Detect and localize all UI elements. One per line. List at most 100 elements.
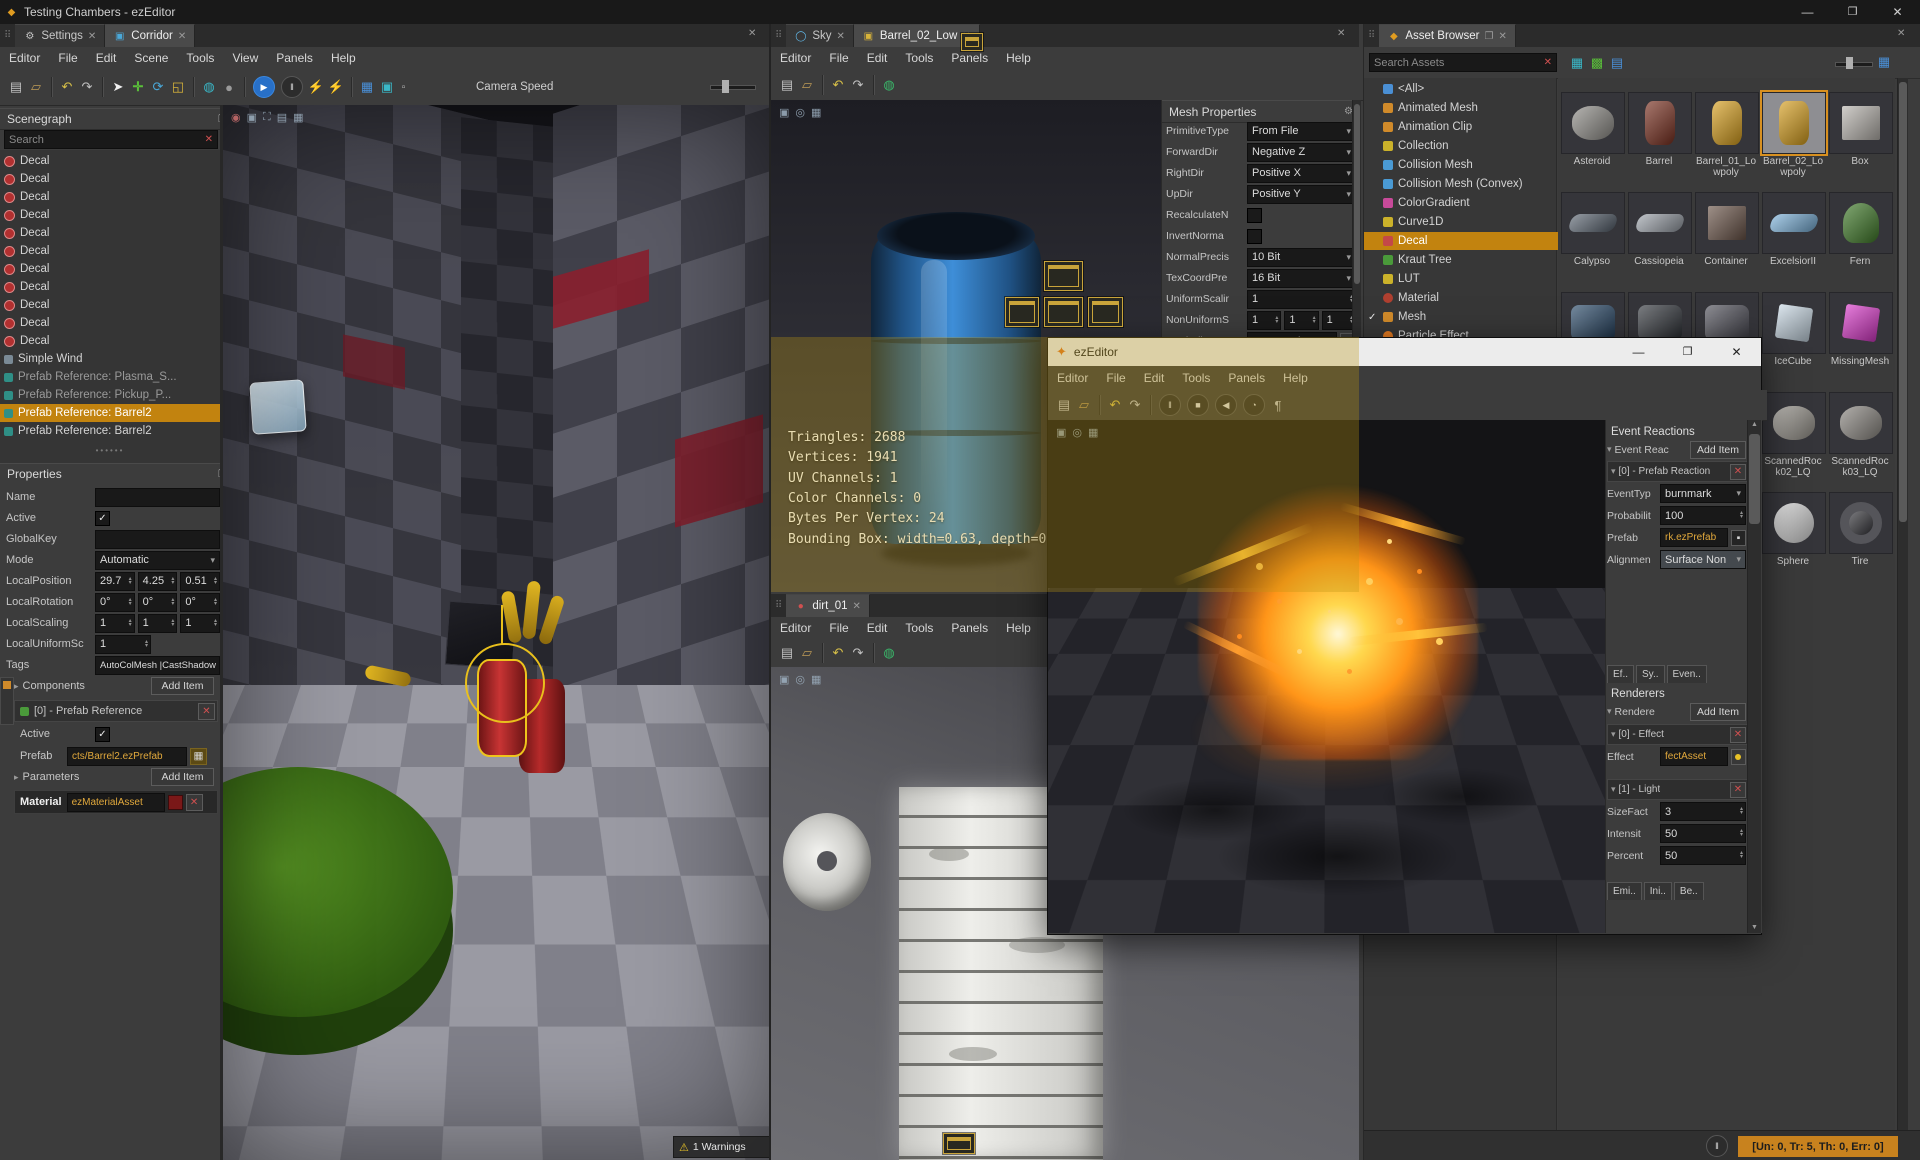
window-close-button[interactable]: ✕ — [1712, 338, 1761, 366]
asset-item[interactable]: Barrel_01_Lowpoly — [1695, 92, 1759, 178]
panel-close-icon[interactable]: ✕ — [1897, 28, 1905, 39]
tab-effect[interactable]: Ef.. — [1607, 665, 1635, 683]
menu-item[interactable]: Panels — [942, 618, 997, 638]
window-minimize-button[interactable]: — — [1614, 338, 1663, 366]
tree-item[interactable]: Collision Mesh (Convex) — [1364, 175, 1560, 193]
localposition-z-stepper[interactable]: 0.51 — [180, 571, 221, 591]
menu-item[interactable]: Tools — [896, 618, 942, 638]
menu-item[interactable]: Panels — [942, 48, 997, 68]
material-asset-field[interactable]: ezMaterialAsset — [66, 792, 165, 812]
tab-sky[interactable]: ◯ Sky ✕ — [786, 24, 854, 47]
asset-item[interactable]: Container — [1695, 192, 1759, 267]
event-reaction-item-header[interactable]: ▾ [0] - Prefab Reaction ✕ — [1607, 461, 1748, 482]
window-close-button[interactable]: ✕ — [1875, 0, 1920, 24]
undo-icon[interactable]: ↶ — [828, 643, 848, 663]
asset-item[interactable]: Fern — [1829, 192, 1893, 267]
camera-speed-slider-thumb[interactable] — [722, 80, 729, 93]
scenegraph-item[interactable]: Decal — [0, 188, 220, 206]
scroll-down-icon[interactable]: ▼ — [1748, 923, 1761, 933]
menu-item[interactable]: Tools — [896, 48, 942, 68]
thumbnail-size-slider-thumb[interactable] — [1846, 57, 1853, 69]
menu-item[interactable]: Scene — [125, 48, 177, 68]
scenegraph-item[interactable]: Prefab Reference: Plasma_S... — [0, 368, 220, 386]
asset-item[interactable]: Barrel — [1628, 92, 1692, 167]
localposition-x-stepper[interactable]: 29.7 — [95, 571, 135, 591]
camera-view-icon[interactable]: ▣ — [1056, 426, 1066, 439]
nonuniform-y-stepper[interactable]: 1 — [1284, 310, 1319, 330]
prefab-asset-field[interactable]: cts/Barrel2.ezPrefab — [67, 746, 187, 766]
menu-item[interactable]: Help — [997, 48, 1040, 68]
drag-grip-icon[interactable]: ⠿ — [771, 600, 786, 611]
scenegraph-item[interactable]: Decal — [0, 296, 220, 314]
simulation-icon[interactable]: ● — [219, 77, 239, 97]
light-renderer-header[interactable]: ▾ [1] - Light ✕ — [1607, 779, 1748, 800]
close-icon[interactable]: ✕ — [178, 31, 186, 42]
grid-icon[interactable]: ▦ — [293, 111, 303, 124]
orbit-icon[interactable]: ◎ — [795, 106, 805, 119]
save-icon[interactable]: ▤ — [777, 75, 797, 95]
normalprecision-dropdown[interactable]: 10 Bit — [1247, 247, 1356, 267]
warnings-badge[interactable]: ⚠ 1 Warnings — [673, 1136, 769, 1158]
collapse-arrow-icon[interactable]: ▾ — [1611, 784, 1616, 795]
browse-prefab-button[interactable]: ▪ — [1730, 529, 1746, 546]
asset-item[interactable]: Asteroid — [1561, 92, 1625, 167]
component-active-checkbox[interactable]: ✓ — [95, 726, 110, 742]
tab-emitter[interactable]: Emi.. — [1607, 882, 1642, 900]
orbit-icon[interactable]: ◎ — [795, 673, 805, 686]
orbit-icon[interactable]: ◎ — [1072, 426, 1082, 439]
pause-button[interactable]: ‖ — [1159, 394, 1181, 416]
asset-item[interactable]: Cassiopeia — [1628, 192, 1692, 267]
select-tool-icon[interactable]: ➤ — [108, 77, 128, 97]
lightning-run-icon[interactable]: ⚡ — [326, 77, 346, 97]
menu-item[interactable]: Tools — [177, 48, 223, 68]
pause-button[interactable]: ‖ — [281, 76, 303, 98]
nonuniform-x-stepper[interactable]: 1 — [1247, 310, 1282, 330]
tab-corridor[interactable]: ▣ Corridor ✕ — [105, 24, 196, 47]
menu-item[interactable]: File — [820, 48, 857, 68]
panel-close-icon[interactable]: ✕ — [748, 28, 756, 39]
open-folder-icon[interactable]: ▱ — [797, 643, 817, 663]
play-button[interactable]: ▶ — [253, 76, 275, 98]
lightning-icon[interactable]: ⚡ — [306, 77, 326, 97]
tab-settings[interactable]: ⚙ Settings ✕ — [15, 24, 106, 47]
scenegraph-item[interactable]: Decal — [0, 260, 220, 278]
window-maximize-button[interactable]: ❐ — [1663, 338, 1712, 366]
collapse-arrow-icon[interactable]: ▾ — [1611, 729, 1616, 740]
add-renderer-button[interactable]: Add Item — [1690, 702, 1746, 721]
menu-item[interactable]: Editor — [1048, 368, 1097, 388]
remove-item-button[interactable]: ✕ — [1730, 781, 1746, 798]
scenegraph-item[interactable]: Prefab Reference: Barrel2 — [0, 422, 220, 440]
stop-button[interactable]: ■ — [1187, 394, 1209, 416]
nonuniform-z-stepper[interactable]: 1 — [1321, 310, 1356, 330]
probability-stepper[interactable]: 100 — [1660, 506, 1746, 525]
tree-item[interactable]: Collision Mesh — [1364, 156, 1560, 174]
recalculatenormals-checkbox[interactable] — [1247, 207, 1262, 223]
menu-item[interactable]: Help — [322, 48, 365, 68]
world-icon[interactable]: ◍ — [199, 77, 219, 97]
rotate-tool-icon[interactable]: ⟳ — [148, 77, 168, 97]
save-icon[interactable]: ▤ — [1054, 395, 1074, 415]
undo-icon[interactable]: ↶ — [828, 75, 848, 95]
grid-toggle-icon[interactable]: ▦ — [357, 77, 377, 97]
clear-search-icon[interactable]: ✕ — [1544, 57, 1552, 68]
grid-icon[interactable]: ▦ — [811, 106, 821, 119]
render-mode-icon[interactable]: ▫ — [397, 81, 410, 94]
tree-item[interactable]: Material — [1364, 289, 1560, 307]
collapse-arrow-icon[interactable]: ▾ — [1611, 466, 1616, 477]
collapsed-panel-tab[interactable] — [0, 677, 14, 725]
sizefactor-stepper[interactable]: 3 — [1660, 802, 1746, 821]
localscaling-y-stepper[interactable]: 1 — [137, 613, 178, 633]
splitter-handle[interactable]: •••••• — [0, 446, 220, 455]
panel-close-icon[interactable]: ✕ — [1337, 28, 1345, 39]
window-minimize-button[interactable]: — — [1785, 0, 1830, 24]
view-list-icon[interactable]: ▤ — [1607, 53, 1627, 73]
dock-target-center[interactable] — [1044, 297, 1083, 327]
asset-item-selected[interactable]: Barrel_02_Lowpoly — [1760, 90, 1828, 178]
globalkey-field[interactable] — [95, 529, 220, 549]
close-icon[interactable]: ✕ — [88, 31, 96, 42]
camera-view-icon[interactable]: ▣ — [779, 673, 789, 686]
menu-item[interactable]: Editor — [771, 618, 820, 638]
mode-dropdown[interactable]: Automatic — [95, 550, 220, 570]
asset-item[interactable]: Calypso — [1561, 192, 1625, 267]
open-folder-icon[interactable]: ▱ — [797, 75, 817, 95]
